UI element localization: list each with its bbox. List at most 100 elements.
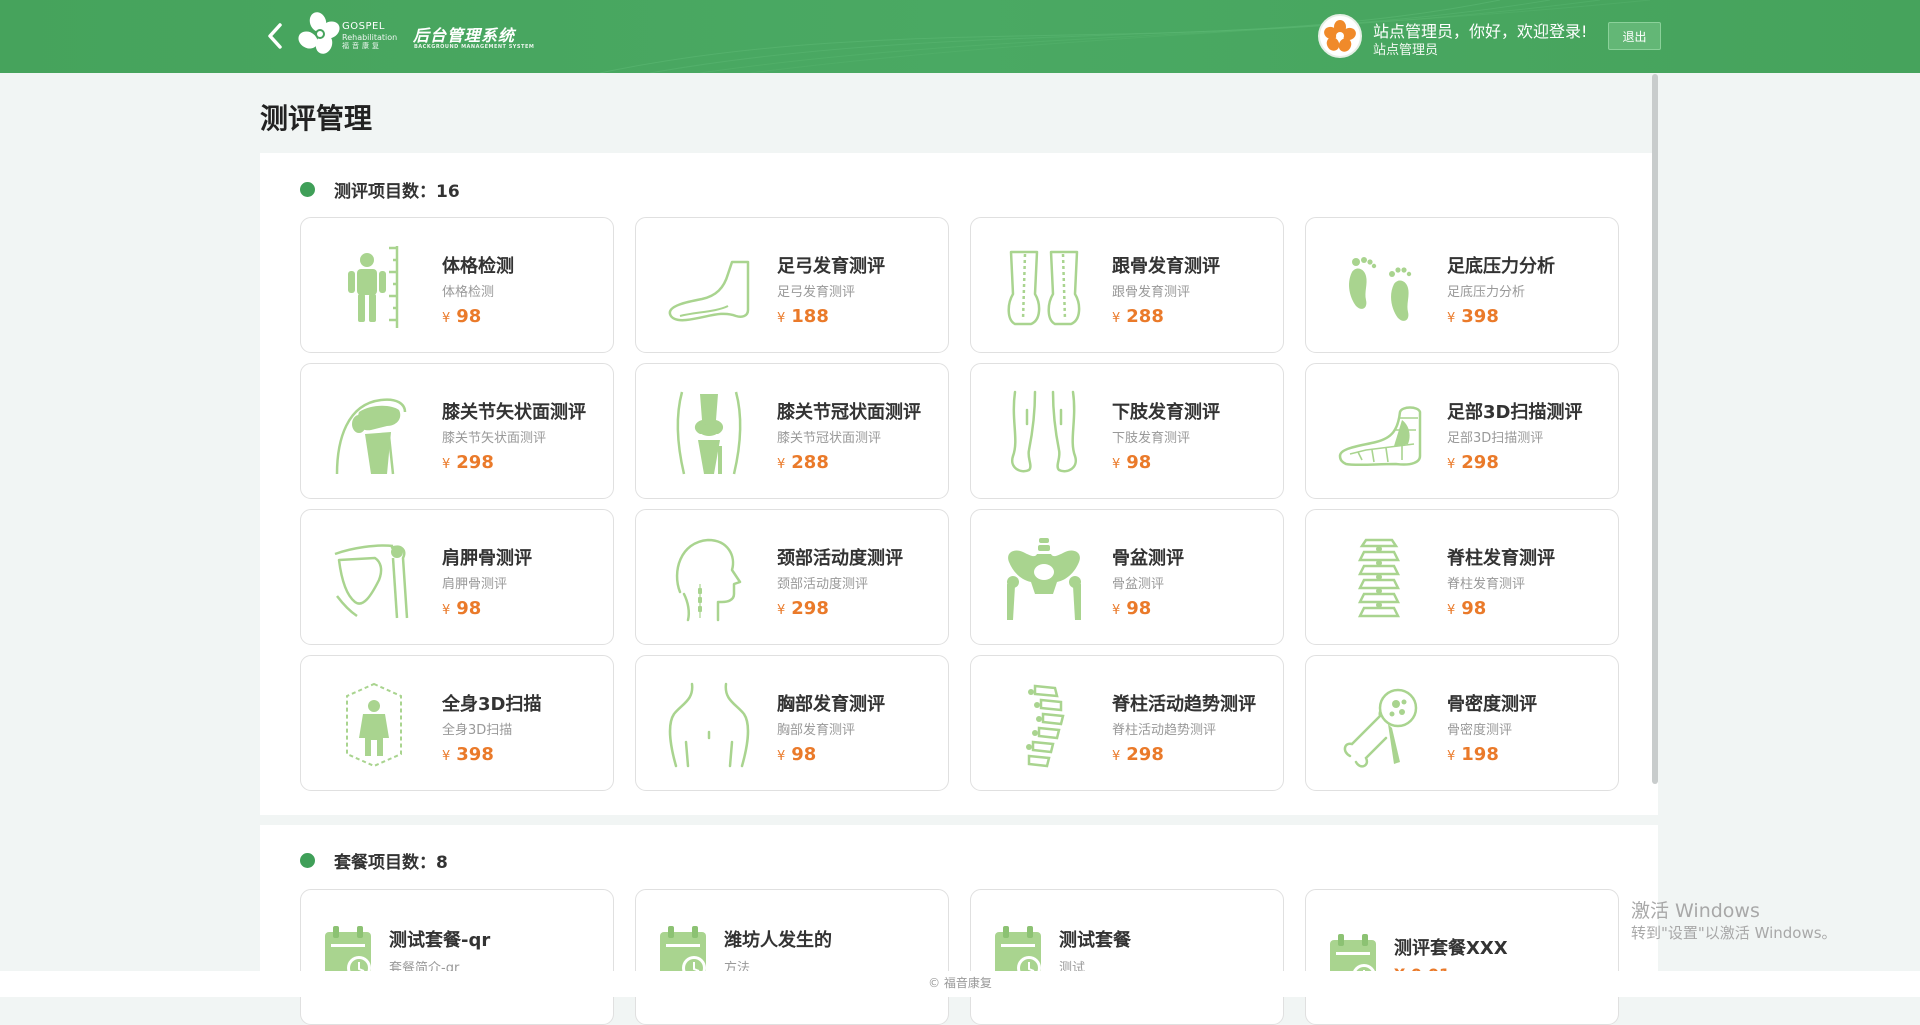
assessment-card-chest[interactable]: 胸部发育测评 胸部发育测评 ¥98 [635,655,949,791]
card-desc: 跟骨发育测评 [1112,285,1191,300]
card-price: ¥288 [1112,306,1164,327]
package-section-header: 套餐项目数：8 [300,848,448,873]
knee-sagittal-icon [335,398,407,475]
package-name: 潍坊人发生的 [724,930,832,951]
logo-chinese: 福音康复 [342,42,382,50]
assessment-card-pelvis[interactable]: 骨盆测评 骨盆测评 ¥98 [970,509,1284,645]
assessment-card-scapula[interactable]: 肩胛骨测评 肩胛骨测评 ¥98 [300,509,614,645]
card-price: ¥298 [1447,452,1499,473]
card-desc: 足底压力分析 [1447,285,1526,300]
card-desc: 肩胛骨测评 [442,577,508,592]
card-name: 足部3D扫描测评 [1447,402,1583,423]
back-button[interactable] [262,20,288,52]
card-desc: 颈部活动度测评 [777,577,869,592]
assessment-card-spine[interactable]: 脊柱发育测评 脊柱发育测评 ¥98 [1305,509,1619,645]
assessment-card-body-measure[interactable]: 体格检测 体格检测 ¥98 [300,217,614,353]
package-grid: 测试套餐-qr 套餐简介-qr 潍坊人发生的 方法 测试套餐 测试 测评套餐XX… [300,889,1619,1025]
package-card[interactable]: 潍坊人发生的 方法 [635,889,949,1025]
heel-bone-icon [1007,250,1081,326]
package-panel: 套餐项目数：8 测试套餐-qr 套餐简介-qr 潍坊人发生的 方法 测试套餐 测… [260,825,1658,1025]
package-card[interactable]: 测试套餐-qr 套餐简介-qr [300,889,614,1025]
assessment-card-spine-motion[interactable]: 脊柱活动趋势测评 脊柱活动趋势测评 ¥298 [970,655,1284,791]
card-name: 骨密度测评 [1447,694,1537,715]
card-name: 下肢发育测评 [1112,402,1220,423]
card-price: ¥288 [777,452,829,473]
package-count: 套餐项目数：8 [334,853,448,873]
card-name: 肩胛骨测评 [442,548,532,569]
card-desc: 脊柱发育测评 [1447,577,1526,592]
card-desc: 足弓发育测评 [777,285,856,300]
card-price: ¥98 [1112,452,1152,473]
card-desc: 足部3D扫描测评 [1447,431,1544,446]
assessment-card-knee-sagittal[interactable]: 膝关节矢状面测评 膝关节矢状面测评 ¥298 [300,363,614,499]
avatar[interactable] [1318,14,1362,58]
assessment-card-body-3d[interactable]: 全身3D扫描 全身3D扫描 ¥398 [300,655,614,791]
card-desc: 脊柱活动趋势测评 [1112,723,1217,738]
card-name: 脊柱发育测评 [1447,548,1555,569]
spine-motion-icon [1026,684,1065,768]
assessment-grid: 体格检测 体格检测 ¥98 足弓发育测评 足弓发育测评 ¥188 跟骨发育测评 … [300,217,1619,791]
lower-limb-icon [1010,390,1078,473]
card-desc: 膝关节矢状面测评 [442,431,547,446]
bone-density-icon [1343,688,1418,768]
footprint-icon [1349,257,1412,321]
assessment-card-heel-bone[interactable]: 跟骨发育测评 跟骨发育测评 ¥288 [970,217,1284,353]
package-card[interactable]: 测评套餐XXX ¥ 0.01 [1305,889,1619,1025]
card-name: 全身3D扫描 [442,694,542,715]
knee-coronal-icon [676,391,742,475]
card-price: ¥198 [1447,744,1499,765]
chevron-left-icon [268,23,282,49]
pelvis-icon [1007,538,1081,620]
foot-3d-icon [1338,406,1422,467]
flower-avatar-icon [1324,20,1356,52]
logo-english-sub: Rehabilitation [342,33,398,42]
card-desc: 骨密度测评 [1447,723,1513,738]
watermark-line-2: 转到"设置"以激活 Windows。 [1631,923,1837,942]
assessment-card-foot-3d[interactable]: 足部3D扫描测评 足部3D扫描测评 ¥298 [1305,363,1619,499]
top-header: GOSPEL Rehabilitation 福音康复 后台管理系统 BACKGR… [0,0,1920,73]
assessment-card-foot-pressure[interactable]: 足底压力分析 足底压力分析 ¥398 [1305,217,1619,353]
assessment-card-foot-arch[interactable]: 足弓发育测评 足弓发育测评 ¥188 [635,217,949,353]
card-name: 足弓发育测评 [777,256,885,277]
card-desc: 骨盆测评 [1112,577,1165,592]
card-name: 膝关节冠状面测评 [777,402,921,423]
copyright: © 福音康复 [928,976,992,990]
card-price: ¥398 [442,744,494,765]
scrollbar[interactable] [1652,74,1658,784]
assessment-card-neck[interactable]: 颈部活动度测评 颈部活动度测评 ¥298 [635,509,949,645]
assessment-card-knee-coronal[interactable]: 膝关节冠状面测评 膝关节冠状面测评 ¥288 [635,363,949,499]
card-price: ¥298 [777,598,829,619]
card-desc: 膝关节冠状面测评 [777,431,882,446]
card-name: 体格检测 [442,256,514,277]
assessment-card-bone-density[interactable]: 骨密度测评 骨密度测评 ¥198 [1305,655,1619,791]
package-name: 测试套餐 [1059,930,1131,951]
card-price: ¥98 [1447,598,1487,619]
section-dot-icon [300,853,315,868]
card-name: 胸部发育测评 [777,694,885,715]
assessment-section-header: 测评项目数：16 [300,177,460,202]
card-price: ¥398 [1447,306,1499,327]
neck-icon [675,538,742,622]
chest-icon [668,682,750,768]
card-name: 颈部活动度测评 [777,548,903,569]
card-desc: 体格检测 [442,285,495,300]
spine-icon [1357,538,1401,618]
card-price: ¥298 [442,452,494,473]
body-3d-icon [346,682,402,768]
section-dot-icon [300,182,315,197]
card-desc: 全身3D扫描 [442,723,513,738]
logo-text: GOSPEL Rehabilitation 福音康复 [342,22,397,50]
package-card[interactable]: 测试套餐 测试 [970,889,1284,1025]
logo-english: GOSPEL [342,21,385,32]
assessment-panel: 测评项目数：16 体格检测 体格检测 ¥ 98 足弓发育测评 足弓发育测评 ¥ … [260,153,1658,815]
card-name: 脊柱活动趋势测评 [1112,694,1256,715]
card-price: ¥98 [442,306,482,327]
page-title: 测评管理 [260,102,373,135]
card-price: ¥98 [777,744,817,765]
user-role: 站点管理员 [1373,43,1439,58]
card-name: 膝关节矢状面测评 [442,402,586,423]
assessment-card-lower-limb[interactable]: 下肢发育测评 下肢发育测评 ¥98 [970,363,1284,499]
assessment-count: 测评项目数：16 [334,182,460,202]
foot-arch-icon [668,260,750,322]
logout-button[interactable]: 退出 [1608,22,1661,50]
